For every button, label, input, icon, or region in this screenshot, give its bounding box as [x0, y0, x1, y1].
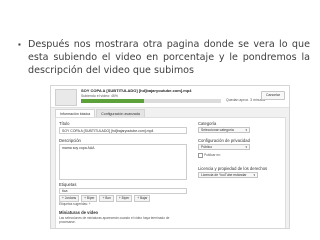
upload-progress-fill [81, 99, 144, 103]
tab-advanced-settings[interactable]: Configuración avanzada [96, 109, 145, 117]
license-select[interactable]: Licencia de YouTube estándar ▾ [198, 172, 258, 178]
tab-basic-info[interactable]: Información básica [55, 109, 96, 117]
cancel-button[interactable]: Cancelar [261, 91, 285, 100]
upload-status: Subiendo el vídeo: 45% [81, 94, 118, 98]
suggested-tag-buttons: + Jordans + Bíper + Bon + Bíper + Bajar [59, 195, 152, 202]
chevron-down-icon: ▾ [245, 128, 247, 132]
publish-option-label: Publicar en: [204, 153, 221, 157]
video-thumbnail [55, 89, 77, 106]
title-input[interactable]: SOY COPA A [SUBTITULADO] [hd]bajaryoutub… [59, 127, 187, 134]
tag-suggestion-button[interactable]: + Bon [99, 195, 114, 202]
upload-header: SOY COPA A [SUBTITULADO] [hd]bajaryoutub… [51, 86, 289, 108]
category-label: Categoría [198, 121, 217, 126]
bullet-row: ▪ Después nos mostrara otra pagina donde… [18, 38, 310, 77]
license-label: Licencia y propiedad de los derechos [198, 166, 268, 171]
description-input[interactable]: mama soy copa AAA [59, 144, 187, 180]
suggested-tags-label: Etiquetas sugeridas: + [59, 202, 91, 206]
bullet-marker: ▪ [18, 40, 21, 49]
tags-label: Etiquetas [59, 182, 77, 187]
tags-input[interactable]: tica [59, 188, 187, 194]
title-label: Título [59, 121, 70, 126]
license-value: Licencia de YouTube estándar [201, 173, 247, 177]
youtube-upload-screenshot: SOY COPA A [SUBTITULADO] [hd]bajaryoutub… [50, 85, 290, 229]
publish-checkbox[interactable] [198, 153, 203, 158]
tag-suggestion-button[interactable]: + Bíper [115, 195, 133, 202]
bullet-text: Después nos mostrara otra pagina donde s… [28, 39, 310, 76]
privacy-label: Configuración de privacidad [198, 138, 250, 143]
chevron-down-icon: ▾ [245, 145, 247, 149]
category-select[interactable]: Seleccionar categoría ▾ [198, 127, 250, 133]
tag-suggestion-button[interactable]: + Jordans [59, 195, 80, 202]
chevron-down-icon: ▾ [253, 173, 255, 177]
thumbnails-note: Las selecciones de miniaturas aparecerán… [59, 216, 170, 224]
tag-suggestion-button[interactable]: + Bajar [134, 195, 151, 202]
tag-suggestion-button[interactable]: + Bíper [81, 195, 98, 202]
upload-progress-bar [81, 99, 221, 103]
upload-form-panel: Título SOY COPA A [SUBTITULADO] [hd]baja… [55, 117, 286, 228]
category-value: Seleccionar categoría [201, 128, 234, 132]
description-label: Descripción [59, 138, 81, 143]
upload-remaining: Quedan aprox. 3 minutos [226, 98, 266, 102]
privacy-value: Público [201, 145, 213, 149]
upload-filename: SOY COPA A [SUBTITULADO] [hd]bajaryoutub… [81, 88, 192, 93]
thumbnails-label: Miniaturas de vídeo [59, 210, 99, 215]
privacy-select[interactable]: Público ▾ [198, 144, 250, 150]
upload-tabs: Información básica Configuración avanzad… [55, 109, 146, 117]
